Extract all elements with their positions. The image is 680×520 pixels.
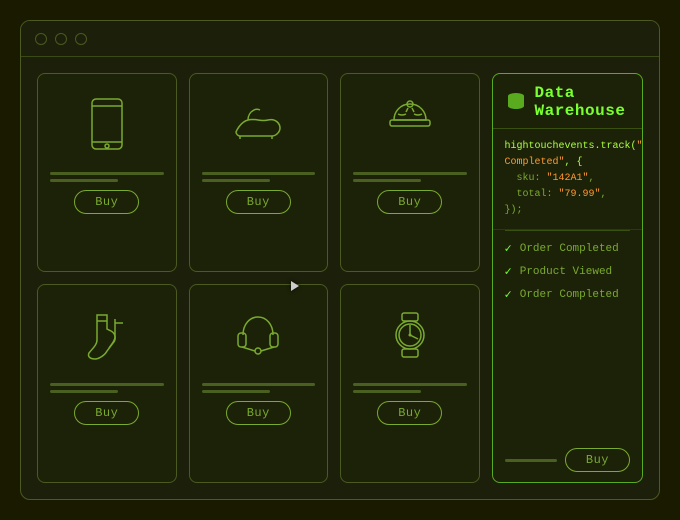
checkmark-icon-3: ✓ bbox=[505, 287, 512, 302]
buy-button-dw[interactable]: Buy bbox=[565, 448, 630, 472]
code-comma-2: , bbox=[601, 189, 607, 200]
app-window: Buy Buy bbox=[20, 20, 660, 500]
code-total-val: "79.99" bbox=[559, 189, 601, 200]
traffic-light-minimize[interactable] bbox=[55, 33, 67, 45]
checkmark-icon-1: ✓ bbox=[505, 241, 512, 256]
dw-event-3: ✓ Order Completed bbox=[505, 287, 631, 302]
product-card-watch: Buy bbox=[340, 284, 480, 483]
line bbox=[50, 172, 164, 175]
product-lines-4 bbox=[46, 383, 168, 393]
watch-icon bbox=[380, 305, 440, 365]
dw-event-1: ✓ Order Completed bbox=[505, 241, 631, 256]
dw-header: Data Warehouse bbox=[493, 74, 643, 129]
dw-buy-row: Buy bbox=[493, 440, 643, 482]
buy-button-socks[interactable]: Buy bbox=[74, 401, 139, 425]
code-function: hightouchevents.track( bbox=[505, 141, 637, 152]
product-card-shoe: Buy bbox=[189, 73, 329, 272]
dw-event-2: ✓ Product Viewed bbox=[505, 264, 631, 279]
product-card-hat: Buy bbox=[340, 73, 480, 272]
product-lines-6 bbox=[349, 383, 471, 393]
dw-title: Data Warehouse bbox=[535, 84, 631, 120]
product-card-headphones: Buy bbox=[189, 284, 329, 483]
buy-button-phone[interactable]: Buy bbox=[74, 190, 139, 214]
product-lines-1 bbox=[46, 172, 168, 182]
code-end: }); bbox=[505, 205, 523, 216]
shoe-icon bbox=[228, 94, 288, 154]
product-icon-hat bbox=[349, 84, 471, 164]
line bbox=[202, 172, 316, 175]
socks-icon bbox=[77, 305, 137, 365]
code-total-key: total: bbox=[517, 189, 559, 200]
buy-button-shoe[interactable]: Buy bbox=[226, 190, 291, 214]
product-grid: Buy Buy bbox=[37, 73, 492, 483]
db-svg-icon bbox=[505, 91, 527, 113]
product-icon-shoe bbox=[198, 84, 320, 164]
buy-button-watch[interactable]: Buy bbox=[377, 401, 442, 425]
product-icon-socks bbox=[46, 295, 168, 375]
product-icon-phone bbox=[46, 84, 168, 164]
product-icon-watch bbox=[349, 295, 471, 375]
buy-button-headphones[interactable]: Buy bbox=[226, 401, 291, 425]
line bbox=[202, 179, 270, 182]
data-warehouse-panel: Data Warehouse hightouchevents.track("Or… bbox=[492, 73, 644, 483]
product-lines-5 bbox=[198, 383, 320, 393]
line bbox=[353, 172, 467, 175]
product-lines-3 bbox=[349, 172, 471, 182]
traffic-light-maximize[interactable] bbox=[75, 33, 87, 45]
headphones-icon bbox=[228, 305, 288, 365]
line bbox=[50, 390, 118, 393]
database-icon bbox=[505, 90, 527, 114]
code-comma-1: , bbox=[589, 173, 595, 184]
line bbox=[50, 383, 164, 386]
event-label-2: Product Viewed bbox=[520, 266, 612, 278]
product-card-phone: Buy bbox=[37, 73, 177, 272]
dw-line bbox=[505, 459, 557, 462]
traffic-light-close[interactable] bbox=[35, 33, 47, 45]
line bbox=[202, 390, 270, 393]
buy-button-hat[interactable]: Buy bbox=[377, 190, 442, 214]
code-brace: , { bbox=[565, 157, 583, 168]
phone-icon bbox=[77, 94, 137, 154]
checkmark-icon-2: ✓ bbox=[505, 264, 512, 279]
product-lines-2 bbox=[198, 172, 320, 182]
code-sku-val: "142A1" bbox=[547, 173, 589, 184]
dw-code-block: hightouchevents.track("OrderCompleted", … bbox=[493, 129, 643, 230]
main-content: Buy Buy bbox=[21, 57, 659, 499]
line bbox=[50, 179, 118, 182]
event-label-3: Order Completed bbox=[520, 289, 619, 301]
hat-icon bbox=[380, 94, 440, 154]
product-card-socks: Buy bbox=[37, 284, 177, 483]
line bbox=[353, 179, 421, 182]
event-label-1: Order Completed bbox=[520, 243, 619, 255]
dw-events-list: ✓ Order Completed ✓ Product Viewed ✓ Ord… bbox=[493, 231, 643, 312]
titlebar bbox=[21, 21, 659, 57]
line bbox=[353, 390, 421, 393]
code-sku-key: sku: bbox=[517, 173, 547, 184]
line bbox=[202, 383, 316, 386]
product-icon-headphones bbox=[198, 295, 320, 375]
line bbox=[353, 383, 467, 386]
